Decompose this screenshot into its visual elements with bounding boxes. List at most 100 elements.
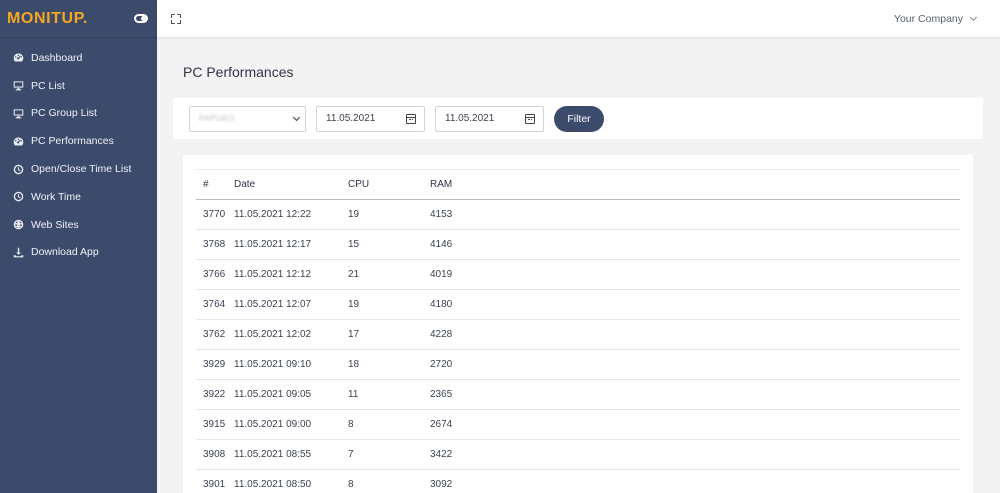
- table-row: 3922 11.05.2021 09:05 11 2365: [196, 380, 960, 410]
- table-row: 3764 11.05.2021 12:07 19 4180: [196, 290, 960, 320]
- pc-select-value: PAPUKO: [199, 114, 235, 123]
- sidebar-item-dashboard[interactable]: Dashboard: [0, 44, 157, 72]
- brand-logo[interactable]: MONITUP.: [7, 10, 88, 28]
- table-row: 3770 11.05.2021 12:22 19 4153: [196, 200, 960, 230]
- start-date-input[interactable]: 11.05.2021: [316, 105, 425, 132]
- cell-date: 11.05.2021 12:12: [234, 269, 312, 280]
- cell-id: 3908: [203, 449, 226, 460]
- globe-icon: [12, 219, 24, 231]
- sidebar-item-label: PC Performances: [31, 135, 114, 148]
- sidebar-item-label: Web Sites: [31, 218, 79, 231]
- cell-id: 3929: [203, 359, 226, 370]
- sidebar-item-label: PC List: [31, 79, 65, 92]
- cell-id: 3770: [203, 209, 226, 220]
- cell-date: 11.05.2021 09:10: [234, 359, 312, 370]
- cell-ram: 4146: [430, 239, 453, 250]
- sidebar-item-pc-list[interactable]: PC List: [0, 72, 157, 100]
- table-row: 3768 11.05.2021 12:17 15 4146: [196, 230, 960, 260]
- cell-date: 11.05.2021 09:00: [234, 419, 312, 430]
- pc-select[interactable]: PAPUKO: [189, 105, 306, 132]
- cell-cpu: 8: [348, 419, 354, 430]
- table-row: 3766 11.05.2021 12:12 21 4019: [196, 260, 960, 290]
- cell-cpu: 21: [348, 269, 360, 280]
- cell-id: 3762: [203, 329, 226, 340]
- sidebar-item-label: Dashboard: [31, 51, 83, 64]
- cell-ram: 2674: [430, 419, 453, 430]
- company-name: Your Company: [893, 12, 963, 25]
- monitor-icon: [12, 107, 24, 119]
- end-date-value: 11.05.2021: [445, 113, 495, 124]
- cell-ram: 3422: [430, 449, 453, 460]
- cell-id: 3922: [203, 389, 226, 400]
- sidebar: MONITUP. Dashboard PC List PC Group List…: [0, 0, 157, 493]
- cell-cpu: 8: [348, 479, 354, 490]
- sidebar-item-open-close-time-list[interactable]: Open/Close Time List: [0, 155, 157, 183]
- cell-id: 3915: [203, 419, 226, 430]
- page-title: PC Performances: [183, 64, 294, 80]
- cell-ram: 4228: [430, 329, 453, 340]
- sidebar-item-pc-performances[interactable]: PC Performances: [0, 127, 157, 155]
- fullscreen-icon[interactable]: [171, 13, 181, 24]
- cell-date: 11.05.2021 12:02: [234, 329, 312, 340]
- table-row: 3929 11.05.2021 09:10 18 2720: [196, 350, 960, 380]
- dashboard-gauge-icon: [12, 135, 24, 147]
- sidebar-toggle-icon[interactable]: [134, 14, 148, 23]
- sidebar-nav: Dashboard PC List PC Group List PC Perfo…: [0, 38, 157, 266]
- clock-icon: [12, 163, 24, 175]
- cell-date: 11.05.2021 12:17: [234, 239, 312, 250]
- column-header-id[interactable]: #: [196, 170, 234, 200]
- sidebar-item-label: Work Time: [31, 190, 81, 203]
- sidebar-item-web-sites[interactable]: Web Sites: [0, 211, 157, 239]
- cell-cpu: 7: [348, 449, 354, 460]
- table-row: 3901 11.05.2021 08:50 8 3092: [196, 470, 960, 493]
- company-dropdown[interactable]: Your Company: [893, 12, 978, 25]
- calendar-icon[interactable]: [406, 113, 416, 124]
- cell-cpu: 15: [348, 239, 360, 250]
- column-header-cpu[interactable]: CPU: [348, 170, 430, 200]
- start-date-value: 11.05.2021: [326, 113, 376, 124]
- sidebar-item-label: PC Group List: [31, 107, 97, 120]
- cell-id: 3901: [203, 479, 226, 490]
- sidebar-item-work-time[interactable]: Work Time: [0, 183, 157, 211]
- end-date-input[interactable]: 11.05.2021: [435, 105, 544, 132]
- cell-ram: 4180: [430, 299, 453, 310]
- column-header-ram[interactable]: RAM: [430, 170, 960, 200]
- filter-button[interactable]: Filter: [554, 105, 604, 132]
- table-row: 3762 11.05.2021 12:02 17 4228: [196, 320, 960, 350]
- topbar: Your Company: [157, 0, 1000, 38]
- sidebar-item-pc-group-list[interactable]: PC Group List: [0, 100, 157, 128]
- cell-ram: 4153: [430, 209, 453, 220]
- cell-date: 11.05.2021 09:05: [234, 389, 312, 400]
- filter-bar: PAPUKO 11.05.2021 11.05.2021 Filter: [173, 98, 983, 139]
- sidebar-item-label: Download App: [31, 246, 99, 259]
- cell-cpu: 19: [348, 299, 360, 310]
- cell-date: 11.05.2021 12:22: [234, 209, 312, 220]
- cell-ram: 3092: [430, 479, 453, 490]
- cell-cpu: 19: [348, 209, 360, 220]
- sidebar-item-download-app[interactable]: Download App: [0, 239, 157, 267]
- cell-ram: 2720: [430, 359, 453, 370]
- dashboard-gauge-icon: [12, 52, 24, 64]
- performance-table: # Date CPU RAM 3770 11.05.2021 12:22 19 415…: [196, 169, 960, 493]
- cell-id: 3766: [203, 269, 226, 280]
- cell-ram: 4019: [430, 269, 453, 280]
- column-header-date[interactable]: Date: [234, 170, 348, 200]
- clock-icon: [12, 191, 24, 203]
- cell-id: 3764: [203, 299, 226, 310]
- cell-cpu: 17: [348, 329, 360, 340]
- download-icon: [12, 246, 24, 258]
- cell-cpu: 11: [348, 389, 359, 400]
- cell-ram: 2365: [430, 389, 453, 400]
- chevron-down-icon: [292, 113, 301, 121]
- cell-date: 11.05.2021 08:50: [234, 479, 312, 490]
- cell-date: 11.05.2021 08:55: [234, 449, 312, 460]
- cell-id: 3768: [203, 239, 226, 250]
- calendar-icon[interactable]: [525, 113, 535, 124]
- cell-date: 11.05.2021 12:07: [234, 299, 312, 310]
- chevron-down-icon: [969, 13, 978, 21]
- sidebar-item-label: Open/Close Time List: [31, 163, 132, 176]
- brand-bar: MONITUP.: [0, 0, 157, 38]
- cell-cpu: 18: [348, 359, 360, 370]
- table-row: 3915 11.05.2021 09:00 8 2674: [196, 410, 960, 440]
- table-row: 3908 11.05.2021 08:55 7 3422: [196, 440, 960, 470]
